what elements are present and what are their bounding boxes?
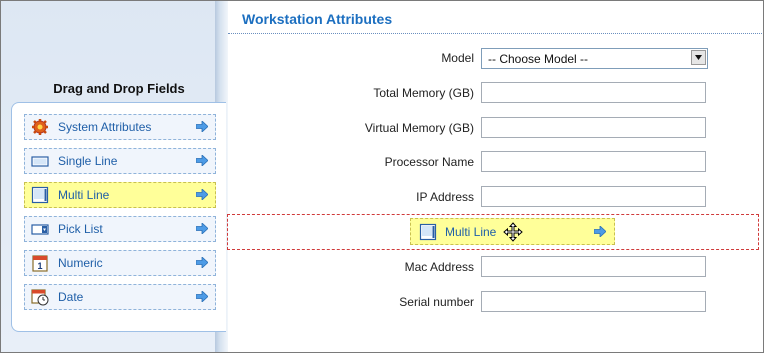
arrow-right-icon xyxy=(594,226,606,237)
date-icon xyxy=(31,289,49,306)
palette-item-system-attributes[interactable]: System Attributes xyxy=(24,114,216,140)
palette-item-label: Multi Line xyxy=(58,188,110,202)
palette-item-pick-list[interactable]: Pick List xyxy=(24,216,216,242)
serial-number-field[interactable] xyxy=(481,291,706,312)
virtual-memory-label: Virtual Memory (GB) xyxy=(364,121,474,135)
palette-item-label: System Attributes xyxy=(58,120,152,134)
palette-item-label: Date xyxy=(58,290,84,304)
ip-address-field[interactable] xyxy=(481,186,706,207)
move-cursor-icon xyxy=(503,222,523,242)
gear-icon xyxy=(32,119,48,135)
single-line-icon xyxy=(31,156,49,167)
serial-number-label: Serial number xyxy=(399,295,474,309)
total-memory-label: Total Memory (GB) xyxy=(373,86,474,100)
palette-item-numeric[interactable]: 1 Numeric xyxy=(24,250,216,276)
chevron-down-icon[interactable] xyxy=(691,50,706,65)
multi-line-icon xyxy=(419,223,437,241)
arrow-right-icon xyxy=(196,257,208,268)
palette-item-label: Pick List xyxy=(58,222,103,236)
model-select[interactable]: -- Choose Model -- xyxy=(481,48,708,69)
total-memory-field[interactable] xyxy=(481,82,706,103)
processor-name-label: Processor Name xyxy=(384,155,474,169)
ip-address-label: IP Address xyxy=(416,190,474,204)
field-palette: System Attributes Single Line Multi Line xyxy=(11,102,226,332)
arrow-right-icon xyxy=(196,189,208,200)
palette-item-date[interactable]: Date xyxy=(24,284,216,310)
pick-list-icon xyxy=(31,224,49,235)
multi-line-icon xyxy=(31,186,49,204)
mac-address-field[interactable] xyxy=(481,256,706,277)
mac-address-label: Mac Address xyxy=(404,260,474,274)
section-title: Workstation Attributes xyxy=(242,11,393,27)
arrow-right-icon xyxy=(196,155,208,166)
palette-title: Drag and Drop Fields xyxy=(53,81,185,96)
arrow-right-icon xyxy=(196,121,208,132)
dragged-item-label: Multi Line xyxy=(445,225,497,239)
svg-text:1: 1 xyxy=(37,261,42,271)
palette-item-label: Numeric xyxy=(58,256,103,270)
processor-name-field[interactable] xyxy=(481,151,706,172)
section-divider xyxy=(228,33,762,34)
model-select-value: -- Choose Model -- xyxy=(488,52,589,66)
palette-item-multi-line[interactable]: Multi Line xyxy=(24,182,216,208)
model-label: Model xyxy=(441,51,474,65)
palette-item-label: Single Line xyxy=(58,154,118,168)
virtual-memory-field[interactable] xyxy=(481,117,706,138)
arrow-right-icon xyxy=(196,291,208,302)
arrow-right-icon xyxy=(196,223,208,234)
numeric-icon: 1 xyxy=(32,255,48,272)
palette-item-single-line[interactable]: Single Line xyxy=(24,148,216,174)
